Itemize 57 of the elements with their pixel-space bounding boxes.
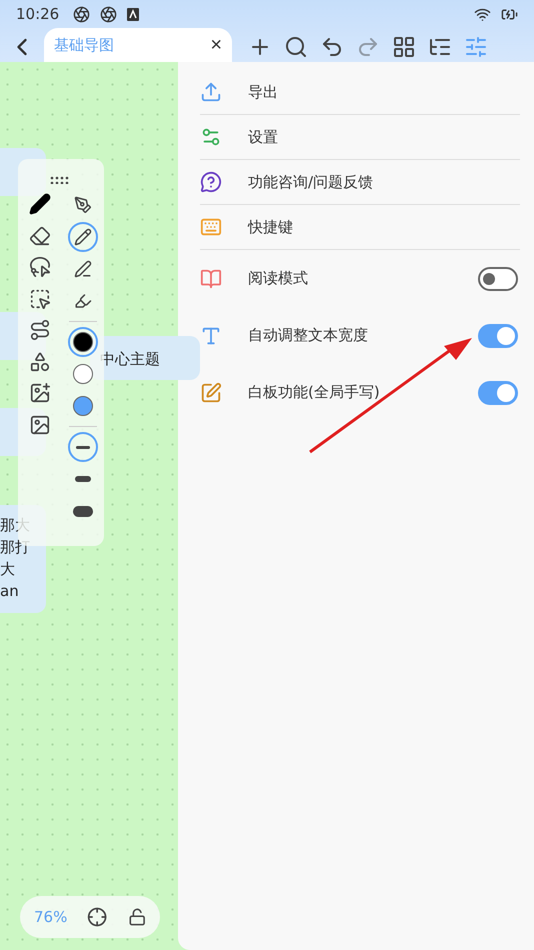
topic-text: an [0,581,20,602]
shapes-icon [28,350,50,372]
help-icon [200,171,222,193]
sliders-icon [200,126,222,148]
clock: 10:26 [16,5,60,23]
redo-icon [356,35,380,59]
edit-icon [200,382,222,404]
menu-item[interactable]: 快捷键 [200,205,520,250]
eraser-icon [28,224,50,246]
toggle-switch[interactable] [478,380,518,404]
menu-item[interactable]: 白板功能(全局手写) [200,364,520,421]
locate-icon[interactable] [87,906,108,928]
tab-title: 基础导图 [54,36,115,54]
image-icon [28,414,50,436]
stroke-width-option[interactable] [68,432,98,462]
marker-icon [74,292,92,310]
tab-close-button[interactable]: × [208,34,224,56]
menu-item[interactable]: 设置 [200,115,520,160]
color-swatch[interactable] [68,327,98,357]
toggle-switch[interactable] [478,324,518,348]
topic-text: 那打 [0,537,30,558]
settings-icon [464,35,488,59]
layout-icon [392,35,416,59]
connector-icon [28,319,50,341]
menu-item[interactable]: 导出 [200,70,520,115]
menu-label: 自动调整文本宽度 [248,326,369,345]
document-tab[interactable]: 基础导图 × [44,28,232,62]
menu-label: 功能咨询/问题反馈 [248,172,374,192]
unlock-icon[interactable] [128,907,146,927]
menu-label: 设置 [248,128,279,146]
pencil-icon [74,228,92,246]
undo-icon [320,35,344,59]
menu-item[interactable]: 阅读模式 [200,250,520,307]
app-notification-icon [100,6,118,22]
topic-text: 那大 [0,515,30,536]
topic-text: 大 [0,559,16,580]
topic-text: 中心主题 [100,349,160,370]
pencil-icon [28,193,50,215]
book-icon [200,268,222,290]
drag-handle-icon[interactable] [50,176,70,184]
menu-label: 阅读模式 [248,269,309,288]
app-notification-icon [73,6,90,22]
menu-label: 快捷键 [248,218,294,236]
add-image-icon [28,382,50,404]
upload-icon [200,81,222,103]
fountain-pen-icon [74,196,92,214]
notification-icon [127,8,140,20]
toggle-switch[interactable] [478,266,518,290]
selection-icon [28,288,50,310]
lasso-icon [28,256,50,278]
keyboard-icon [200,216,222,238]
menu-label: 导出 [248,82,279,102]
pen-icon [74,260,92,278]
menu-label: 白板功能(全局手写) [248,383,381,402]
search-icon [284,35,308,59]
menu-item[interactable]: 功能咨询/问题反馈 [200,160,520,205]
pencil-button[interactable] [68,222,98,252]
